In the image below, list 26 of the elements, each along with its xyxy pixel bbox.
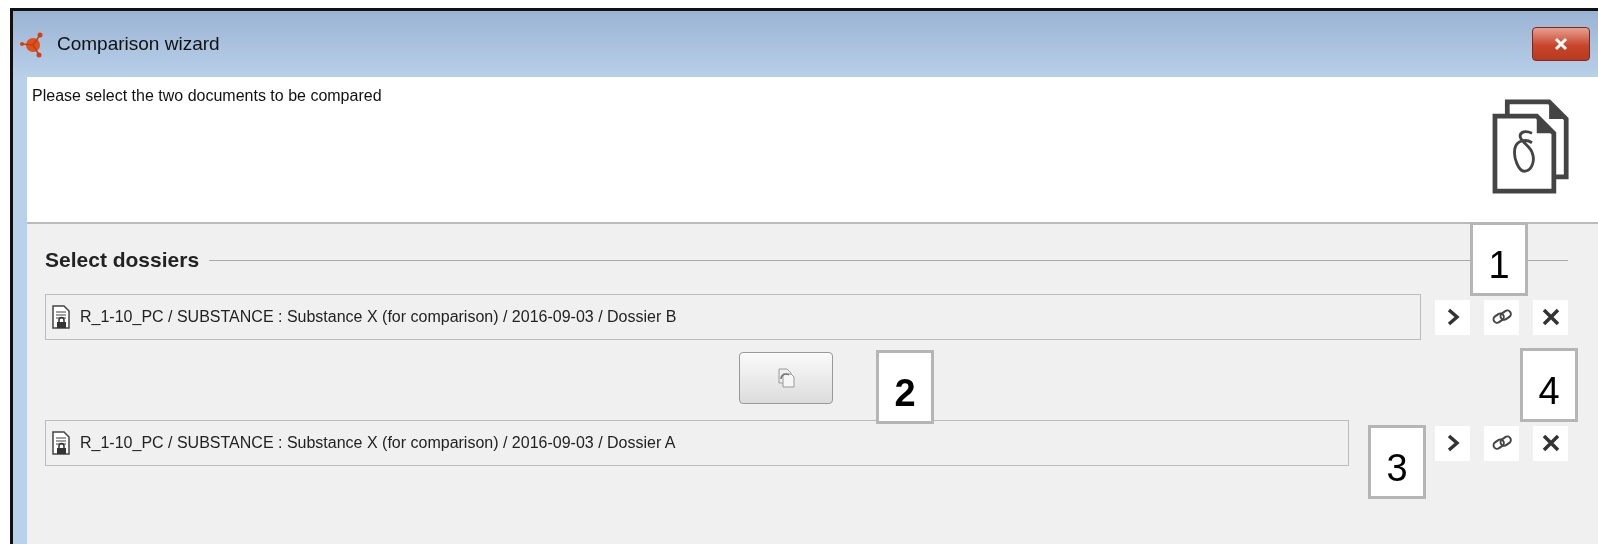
callout-label: 3 [1368, 425, 1426, 499]
callout-label: 2 [876, 350, 934, 424]
swap-documents-icon [775, 367, 796, 389]
close-icon [1553, 37, 1569, 51]
link-button[interactable] [1484, 425, 1519, 461]
section-title: Select dossiers [45, 248, 200, 272]
close-button[interactable] [1532, 27, 1590, 61]
remove-button[interactable] [1533, 425, 1568, 461]
swap-button[interactable] [738, 352, 833, 404]
chevron-button[interactable] [1435, 425, 1470, 461]
callout-label: 1 [1470, 222, 1528, 296]
link-icon [1490, 433, 1513, 453]
link-icon [1490, 307, 1513, 327]
remove-button[interactable] [1533, 299, 1568, 335]
dossier-field[interactable]: R_1-10_PC / SUBSTANCE : Substance X (for comparison) / 2016-09-03 / Dossier B [45, 294, 1421, 340]
link-button[interactable] [1484, 299, 1519, 335]
callout-label: 4 [1520, 348, 1578, 422]
locked-document-icon [52, 305, 70, 329]
dossier-field[interactable]: R_1-10_PC / SUBSTANCE : Substance X (for comparison) / 2016-09-03 / Dossier A [45, 420, 1349, 466]
instruction-text: Please select the two documents to be compared [32, 87, 382, 105]
document-compare-icon [1492, 99, 1572, 194]
locked-document-icon [52, 431, 70, 455]
window-title: Comparison wizard [57, 33, 220, 55]
close-icon [1540, 433, 1561, 453]
chevron-button[interactable] [1435, 299, 1470, 335]
close-icon [1540, 307, 1561, 327]
